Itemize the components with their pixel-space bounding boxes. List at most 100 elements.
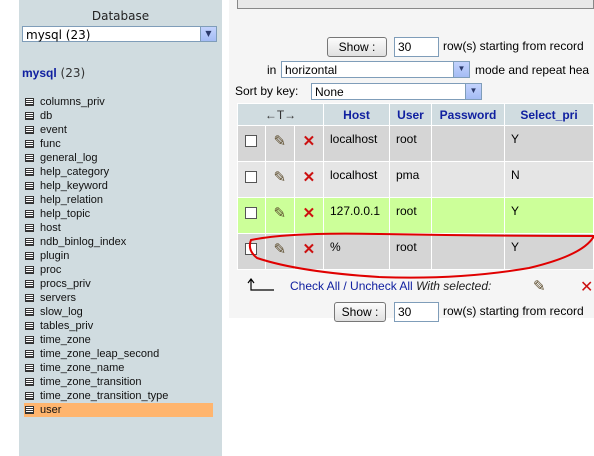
- table-item-tables-priv[interactable]: tables_priv: [24, 319, 213, 333]
- sort-select[interactable]: None ▼: [311, 83, 482, 100]
- table-item-label[interactable]: event: [40, 124, 67, 136]
- rows-input-bottom[interactable]: 30: [394, 302, 439, 322]
- show-button-bottom[interactable]: Show :: [334, 302, 386, 322]
- show-button[interactable]: Show :: [327, 37, 387, 57]
- pencil-icon[interactable]: ✎: [274, 169, 287, 186]
- cell-host[interactable]: localhost: [324, 126, 389, 161]
- table-item-label[interactable]: time_zone_name: [40, 362, 124, 374]
- table-icon[interactable]: [25, 182, 34, 190]
- table-item-label[interactable]: tables_priv: [40, 320, 93, 332]
- table-item-label[interactable]: columns_priv: [40, 96, 105, 108]
- table-icon[interactable]: [25, 126, 34, 134]
- table-icon[interactable]: [25, 364, 34, 372]
- cell-host[interactable]: %: [324, 234, 389, 269]
- table-item-label[interactable]: proc: [40, 264, 61, 276]
- table-item-label[interactable]: help_category: [40, 166, 109, 178]
- column-header-select-priv[interactable]: Select_pri: [505, 104, 593, 125]
- table-item-proc[interactable]: proc: [24, 263, 213, 277]
- table-item-label[interactable]: time_zone_transition: [40, 376, 142, 388]
- display-mode-select[interactable]: horizontal ▼: [281, 61, 470, 78]
- table-item-time-zone-transition[interactable]: time_zone_transition: [24, 375, 213, 389]
- table-icon[interactable]: [25, 336, 34, 344]
- cell-user[interactable]: root: [390, 126, 431, 161]
- row-checkbox[interactable]: [245, 171, 258, 183]
- table-item-help-topic[interactable]: help_topic: [24, 207, 213, 221]
- table-icon[interactable]: [25, 210, 34, 218]
- table-item-label[interactable]: help_keyword: [40, 180, 108, 192]
- table-item-general-log[interactable]: general_log: [24, 151, 213, 165]
- table-icon[interactable]: [25, 252, 34, 260]
- cell-password[interactable]: [432, 162, 504, 197]
- table-item-time-zone[interactable]: time_zone: [24, 333, 213, 347]
- table-item-label[interactable]: func: [40, 138, 61, 150]
- table-item-ndb-binlog-index[interactable]: ndb_binlog_index: [24, 235, 213, 249]
- pencil-icon[interactable]: ✎: [274, 205, 287, 222]
- delete-selected-x-icon[interactable]: ✕: [580, 277, 593, 296]
- check-all-link[interactable]: Check All / Uncheck All: [290, 279, 413, 293]
- cell-password[interactable]: [432, 234, 504, 269]
- cell-host[interactable]: localhost: [324, 162, 389, 197]
- table-item-help-keyword[interactable]: help_keyword: [24, 179, 213, 193]
- table-icon[interactable]: [25, 280, 34, 288]
- cell-user[interactable]: root: [390, 198, 431, 233]
- table-icon[interactable]: [25, 196, 34, 204]
- delete-x-icon[interactable]: ✕: [303, 205, 316, 222]
- table-icon[interactable]: [25, 112, 34, 120]
- table-item-label[interactable]: servers: [40, 292, 76, 304]
- table-item-host[interactable]: host: [24, 221, 213, 235]
- table-icon[interactable]: [25, 308, 34, 316]
- table-icon[interactable]: [25, 238, 34, 246]
- column-order-icon[interactable]: ←T→: [238, 104, 323, 125]
- db-name-link[interactable]: mysql: [22, 66, 57, 80]
- table-icon[interactable]: [25, 350, 34, 358]
- row-checkbox[interactable]: [245, 135, 258, 147]
- table-item-label[interactable]: time_zone_transition_type: [40, 390, 168, 402]
- table-item-plugin[interactable]: plugin: [24, 249, 213, 263]
- delete-x-icon[interactable]: ✕: [303, 169, 316, 186]
- table-item-help-relation[interactable]: help_relation: [24, 193, 213, 207]
- table-icon[interactable]: [25, 168, 34, 176]
- row-checkbox[interactable]: [245, 207, 258, 219]
- table-item-time-zone-transition-type[interactable]: time_zone_transition_type: [24, 389, 213, 403]
- table-icon[interactable]: [25, 98, 34, 106]
- database-select[interactable]: mysql (23) ▼: [22, 26, 217, 42]
- cell-password[interactable]: [432, 198, 504, 233]
- table-item-procs-priv[interactable]: procs_priv: [24, 277, 213, 291]
- table-item-label[interactable]: plugin: [40, 250, 69, 262]
- column-header-user[interactable]: User: [390, 104, 431, 125]
- cell-select-priv[interactable]: N: [505, 162, 593, 197]
- table-icon[interactable]: [25, 406, 34, 414]
- chevron-down-icon[interactable]: ▼: [453, 62, 469, 77]
- cell-host[interactable]: 127.0.0.1: [324, 198, 389, 233]
- table-item-label[interactable]: db: [40, 110, 52, 122]
- table-item-func[interactable]: func: [24, 137, 213, 151]
- column-header-password[interactable]: Password: [432, 104, 504, 125]
- table-item-label[interactable]: time_zone_leap_second: [40, 348, 159, 360]
- table-item-label[interactable]: time_zone: [40, 334, 91, 346]
- table-icon[interactable]: [25, 392, 34, 400]
- column-header-host[interactable]: Host: [324, 104, 389, 125]
- delete-x-icon[interactable]: ✕: [303, 241, 316, 258]
- edit-selected-pencil-icon[interactable]: ✎: [533, 277, 546, 295]
- chevron-down-icon[interactable]: ▼: [465, 84, 481, 99]
- table-icon[interactable]: [25, 378, 34, 386]
- table-item-slow-log[interactable]: slow_log: [24, 305, 213, 319]
- table-item-servers[interactable]: servers: [24, 291, 213, 305]
- table-item-user[interactable]: user: [24, 403, 213, 417]
- table-icon[interactable]: [25, 154, 34, 162]
- cell-select-priv[interactable]: Y: [505, 126, 593, 161]
- chevron-down-icon[interactable]: ▼: [200, 27, 216, 41]
- pencil-icon[interactable]: ✎: [274, 133, 287, 150]
- table-item-label[interactable]: help_relation: [40, 194, 103, 206]
- table-item-time-zone-leap-second[interactable]: time_zone_leap_second: [24, 347, 213, 361]
- table-item-label[interactable]: host: [40, 222, 61, 234]
- cell-user[interactable]: pma: [390, 162, 431, 197]
- rows-input[interactable]: 30: [394, 37, 439, 57]
- table-item-label[interactable]: procs_priv: [40, 278, 91, 290]
- row-checkbox[interactable]: [245, 243, 258, 255]
- cell-select-priv[interactable]: Y: [505, 198, 593, 233]
- table-item-label[interactable]: user: [40, 404, 61, 416]
- table-item-columns-priv[interactable]: columns_priv: [24, 95, 213, 109]
- table-item-label[interactable]: help_topic: [40, 208, 90, 220]
- cell-select-priv[interactable]: Y: [505, 234, 593, 269]
